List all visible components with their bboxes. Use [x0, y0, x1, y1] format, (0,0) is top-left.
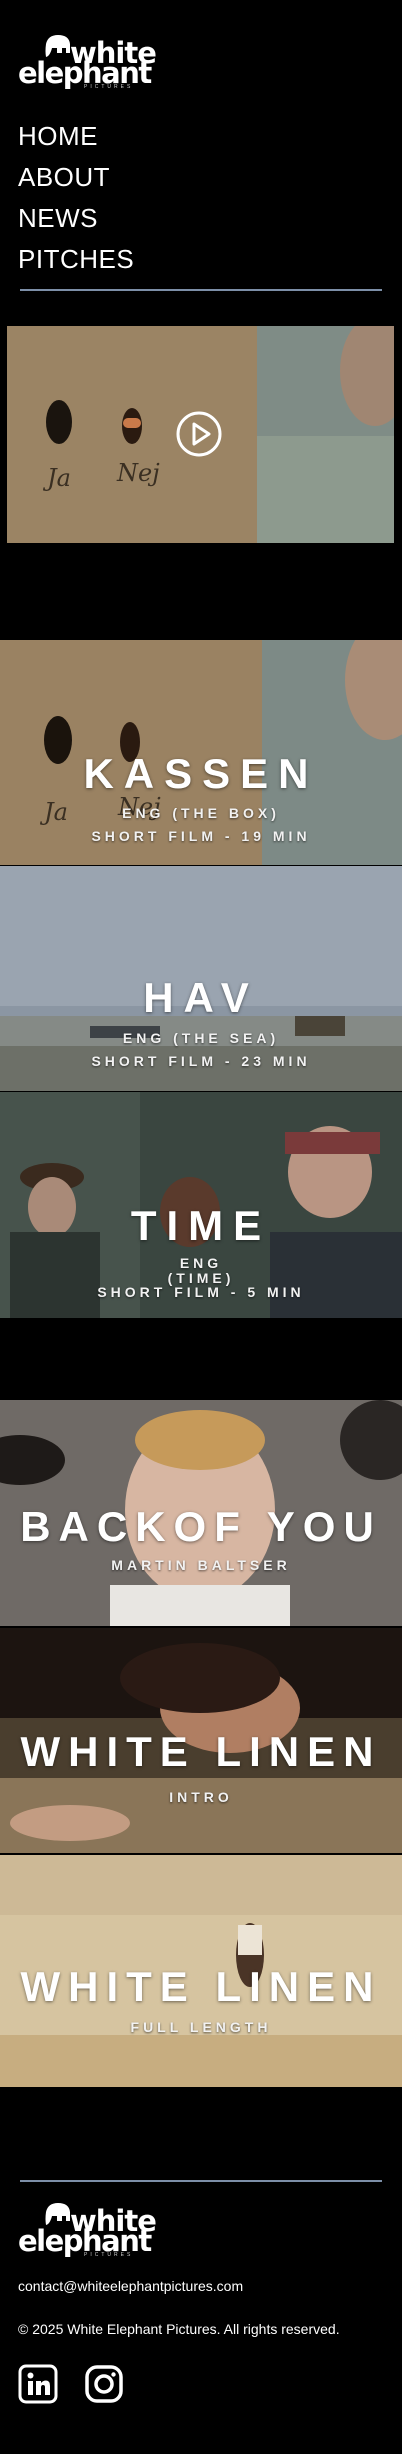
film-title: KASSEN [83, 750, 319, 797]
play-icon [176, 411, 222, 457]
work-title: BACKOF YOU [20, 1503, 382, 1550]
nav-pitches[interactable]: PITCHES [18, 239, 134, 280]
work-subtitle: INTRO [169, 1789, 233, 1805]
work-title: WHITE LINEN [20, 1728, 382, 1775]
svg-text:Nej: Nej [116, 459, 160, 487]
linkedin-icon [18, 2364, 58, 2404]
logo-subtitle: PICTURES [84, 2252, 134, 2258]
header-divider [20, 289, 382, 291]
work-title: WHITE LINEN [20, 1963, 382, 2010]
film-subtitle: ENG [179, 1255, 223, 1271]
work-tile-white-linen-intro[interactable]: WHITE LINEN INTRO [0, 1628, 402, 1853]
work-subtitle: FULL LENGTH [130, 2019, 272, 2035]
linkedin-link[interactable] [18, 2364, 58, 2404]
nav-home[interactable]: HOME [18, 116, 134, 157]
work-subtitle: MARTIN BALTSER [111, 1557, 291, 1573]
video-player[interactable]: Ja Nej [7, 326, 394, 543]
film-subtitle: ENG (THE SEA) [122, 1030, 280, 1046]
footer-logo[interactable]: white elephant PICTURES [18, 2202, 178, 2260]
film-subtitle: ENG (THE BOX) [122, 805, 280, 821]
film-title: HAV [143, 974, 259, 1021]
film-meta: SHORT FILM - 5 MIN [97, 1284, 305, 1300]
main-nav: HOME ABOUT NEWS PITCHES [18, 116, 134, 280]
film-tile-hav[interactable]: HAV ENG (THE SEA) SHORT FILM - 23 MIN [0, 866, 402, 1091]
film-tile-kassen[interactable]: Ja Nej KASSEN ENG (THE BOX) SHORT FILM -… [0, 640, 402, 865]
nav-news[interactable]: NEWS [18, 198, 134, 239]
copyright-text: © 2025 White Elephant Pictures. All righ… [18, 2321, 340, 2337]
work-tile-backofyou[interactable]: BACKOF YOU MARTIN BALTSER [0, 1400, 402, 1626]
instagram-link[interactable] [84, 2364, 124, 2404]
film-tile-time[interactable]: TIME ENG (TIME) SHORT FILM - 5 MIN [0, 1092, 402, 1318]
nav-about[interactable]: ABOUT [18, 157, 134, 198]
play-button[interactable] [175, 410, 223, 458]
svg-text:Ja: Ja [42, 464, 71, 492]
logo-subtitle: PICTURES [84, 84, 134, 90]
work-tile-white-linen-full[interactable]: WHITE LINEN FULL LENGTH [0, 1855, 402, 2087]
film-meta: SHORT FILM - 19 MIN [91, 828, 311, 844]
film-title: TIME [130, 1202, 272, 1249]
site-logo[interactable]: white elephant PICTURES [18, 34, 178, 92]
footer-divider [20, 2180, 382, 2182]
contact-email-link[interactable]: contact@whiteelephantpictures.com [18, 2278, 243, 2294]
film-meta: SHORT FILM - 23 MIN [91, 1053, 311, 1069]
instagram-icon [85, 2365, 123, 2403]
